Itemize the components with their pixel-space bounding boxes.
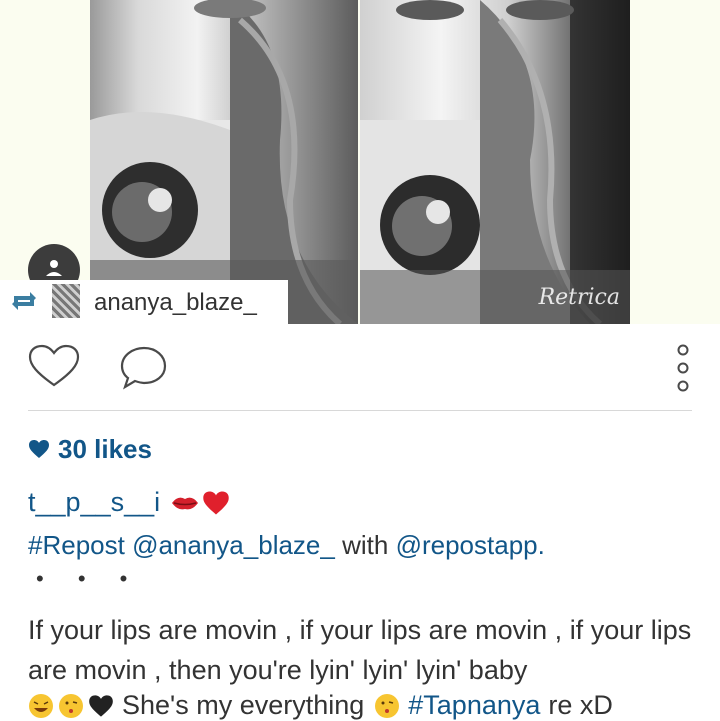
lips-emoji-icon (172, 497, 199, 509)
repost-credit-line: #Repost @ananya_blaze_ with @repostapp. (28, 530, 545, 561)
heart-outline-icon[interactable] (27, 343, 81, 389)
repost-hashtag[interactable]: #Repost (28, 530, 125, 560)
laughing-emoji-icon (29, 693, 53, 718)
red-heart-emoji-icon (203, 491, 229, 514)
photo-right-panel: Retrica (360, 0, 630, 324)
repost-attribution[interactable]: ananya_blaze_ (0, 280, 288, 324)
vertical-dots-icon[interactable] (676, 344, 690, 392)
post-photo[interactable]: Retrica ananya_blaze_ (0, 0, 720, 324)
kiss-emoji-icon (59, 693, 83, 718)
repost-arrows-icon (12, 292, 36, 310)
separator-dots: • • • (36, 566, 142, 591)
retrica-watermark: Retrica (538, 285, 620, 310)
tapnanya-hashtag[interactable]: #Tapnanya (408, 690, 540, 721)
caption-last-line: She's my everything #Tapnanya re xD (28, 690, 613, 721)
caption-username[interactable]: t__p__s__i (28, 487, 160, 518)
speech-bubble-icon[interactable] (119, 345, 169, 391)
photo-left-panel (90, 0, 358, 324)
repost-mention[interactable]: @ananya_blaze_ (132, 530, 335, 560)
likes-label: 30 likes (58, 433, 152, 464)
repost-user-avatar (52, 284, 80, 318)
heart-filled-icon (29, 440, 49, 458)
caption-everything-text: She's my everything (122, 690, 365, 720)
likes-count[interactable]: 30 likes (28, 432, 152, 466)
caption-body: If your lips are movin , if your lips ar… (28, 615, 692, 685)
person-icon (46, 260, 62, 276)
caption-header: t__p__s__i (28, 487, 230, 518)
caption-suffix: re xD (548, 690, 613, 720)
repost-username[interactable]: ananya_blaze_ (94, 289, 257, 317)
app-mention[interactable]: @repostapp. (396, 530, 545, 560)
black-heart-emoji-icon (89, 694, 113, 717)
kiss-emoji-icon (375, 693, 400, 718)
divider (28, 410, 692, 411)
with-text: with (342, 530, 389, 560)
